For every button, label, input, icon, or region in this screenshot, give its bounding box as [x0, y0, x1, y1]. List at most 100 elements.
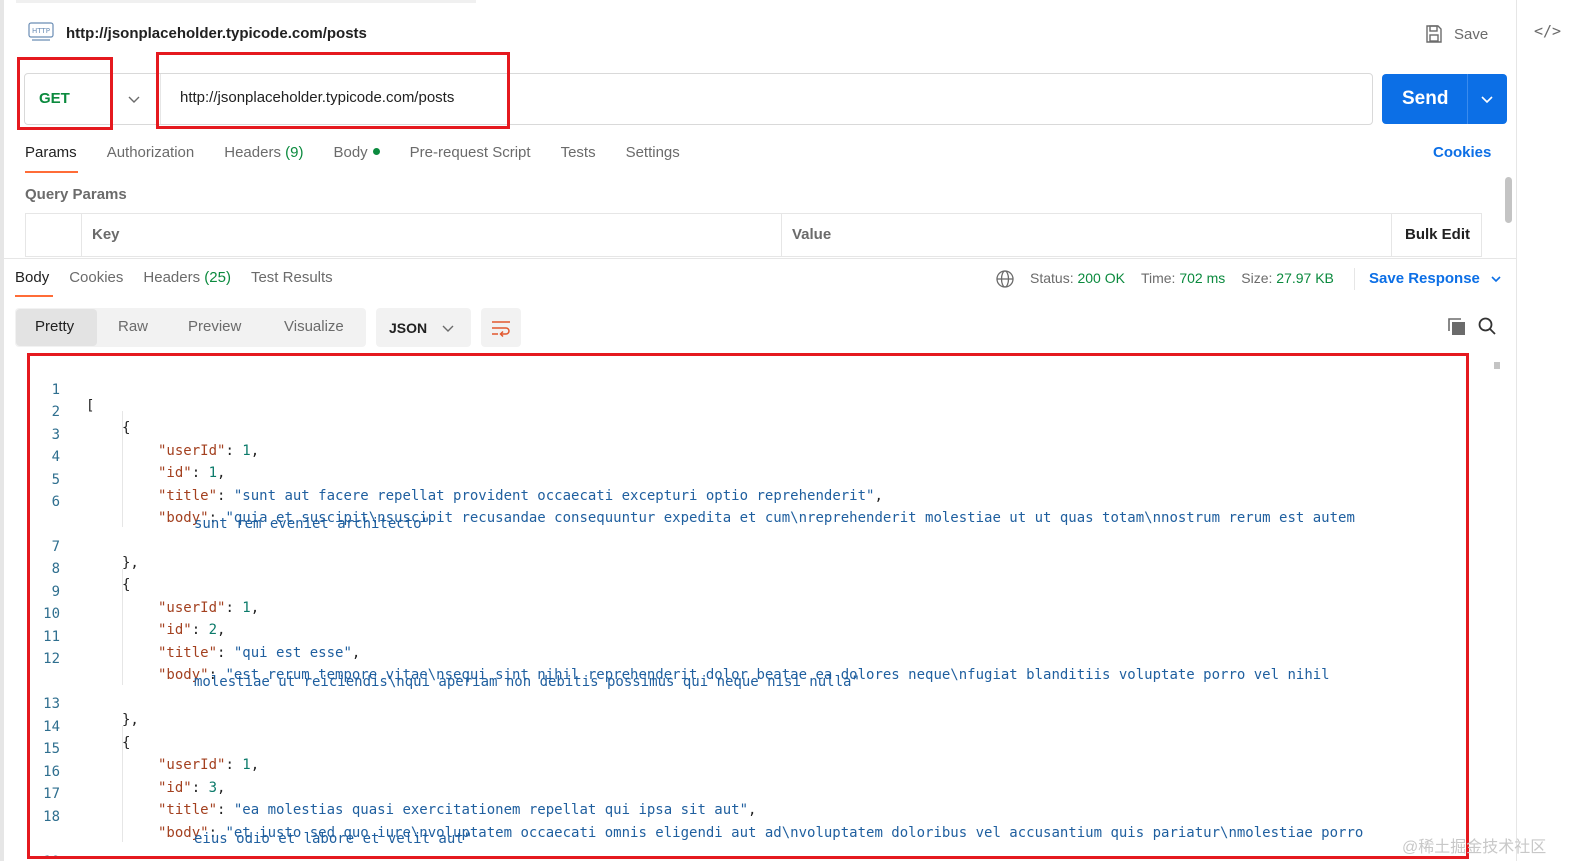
code-snippet-icon[interactable]: </>	[1534, 22, 1561, 40]
json-value: "qui est esse"	[233, 645, 352, 661]
save-icon	[1426, 25, 1442, 43]
code-scrollbar[interactable]	[1491, 358, 1501, 858]
http-icon: HTTP	[28, 22, 54, 41]
code-line: 1 [	[30, 366, 95, 414]
view-preview-button[interactable]: Preview	[188, 318, 241, 335]
json-value: 1	[208, 465, 218, 481]
json-value-wrap: eius odio et labore et velit aut"	[194, 831, 473, 847]
request-tabs: Params Authorization Headers (9) Body Pr…	[25, 144, 710, 161]
code-text: {	[122, 420, 131, 436]
json-value: 2	[208, 622, 218, 638]
tab-tests[interactable]: Tests	[561, 144, 596, 161]
highlight-url	[156, 52, 510, 129]
json-key: "title"	[158, 802, 218, 818]
tab-authorization[interactable]: Authorization	[107, 144, 195, 161]
line-number: 19	[30, 854, 60, 856]
cookies-link[interactable]: Cookies	[1433, 144, 1491, 161]
key-column-header: Key	[92, 226, 120, 243]
code-line-wrap: sunt rem eveniet architecto"	[30, 500, 430, 532]
code-line: 6 "body": "quia et suscipit\nsuscipit re…	[30, 478, 1355, 526]
meta-divider	[1354, 268, 1355, 290]
json-value: 1	[242, 600, 251, 616]
tab-headers[interactable]: Headers (9)	[224, 144, 303, 161]
json-key: "title"	[158, 488, 218, 504]
active-tab-underline	[25, 171, 78, 173]
body-indicator-dot	[372, 148, 380, 155]
format-label[interactable]: JSON	[389, 320, 427, 336]
json-value: "ea molestias quasi exercitationem repel…	[233, 802, 749, 818]
globe-icon[interactable]	[995, 269, 1015, 289]
json-key: "title"	[158, 645, 218, 661]
chevron-down-icon	[1491, 275, 1501, 282]
wrap-lines-icon[interactable]	[490, 318, 512, 338]
chevron-down-icon[interactable]	[441, 321, 455, 335]
json-value: "sunt aut facere repellat provident occa…	[233, 488, 875, 504]
code-line: 13 },	[30, 680, 139, 728]
column-divider	[1391, 213, 1392, 257]
code-line: 11 "title": "qui est esse",	[30, 613, 360, 661]
time-info[interactable]: Time: 702 ms	[1141, 270, 1225, 286]
response-tabs: Body Cookies Headers (25) Test Results	[15, 269, 353, 286]
tab-pre-request-script[interactable]: Pre-request Script	[410, 144, 531, 161]
tab-body-label: Body	[333, 144, 368, 161]
chevron-down-icon[interactable]	[127, 92, 141, 106]
tab-headers-label: Headers	[224, 144, 281, 161]
tab-body[interactable]: Body	[333, 144, 380, 161]
code-scrollbar-thumb[interactable]	[1494, 362, 1500, 369]
code-line: 16 "id": 3,	[30, 748, 225, 796]
code-line: 7 },	[30, 523, 139, 571]
json-value-wrap: molestiae ut reiciendis\nqui aperiam non…	[194, 674, 860, 690]
tab-settings[interactable]: Settings	[626, 144, 680, 161]
size-info[interactable]: Size: 27.97 KB	[1241, 270, 1334, 286]
send-options-chevron-icon[interactable]	[1480, 92, 1494, 106]
size-value: 27.97 KB	[1276, 270, 1334, 286]
code-text: [	[86, 398, 95, 414]
json-key: "id"	[158, 465, 192, 481]
copy-icon[interactable]	[1447, 317, 1467, 337]
highlight-method	[17, 57, 113, 130]
response-headers-count: (25)	[204, 269, 231, 286]
json-value: 1	[242, 757, 251, 773]
bulk-edit-button[interactable]: Bulk Edit	[1405, 226, 1470, 243]
json-key: "id"	[158, 780, 192, 796]
response-meta: Status: 200 OK Time: 702 ms Size: 27.97 …	[1030, 270, 1334, 286]
headers-count: (9)	[285, 144, 304, 161]
code-line: 8 {	[30, 545, 131, 593]
watermark: @稀土掘金技术社区	[1402, 839, 1547, 856]
send-label[interactable]: Send	[1402, 88, 1448, 110]
request-title[interactable]: http://jsonplaceholder.typicode.com/post…	[66, 25, 367, 42]
save-response-button[interactable]: Save Response	[1369, 270, 1502, 287]
column-divider	[81, 213, 82, 257]
code-line: 9 "userId": 1,	[30, 568, 260, 616]
tab-params[interactable]: Params	[25, 144, 77, 161]
save-label: Save	[1454, 25, 1489, 43]
value-column-header: Value	[792, 226, 832, 243]
code-line: 18 "body": "et iusto sed quo iure\nvolup…	[30, 793, 1363, 841]
json-value: 3	[208, 780, 218, 796]
view-pretty-button[interactable]: Pretty	[35, 318, 74, 335]
tab-test-results[interactable]: Test Results	[251, 269, 333, 286]
save-button[interactable]: Save	[1424, 24, 1488, 44]
view-raw-button[interactable]: Raw	[118, 318, 148, 335]
code-line: 3 "userId": 1,	[30, 411, 260, 459]
tab-response-body[interactable]: Body	[15, 269, 49, 286]
tab-strip-edge	[16, 0, 476, 3]
json-value-wrap: sunt rem eveniet architecto"	[194, 516, 431, 532]
view-visualize-button[interactable]: Visualize	[284, 318, 344, 335]
search-icon[interactable]	[1477, 316, 1497, 336]
tab-response-headers[interactable]: Headers (25)	[143, 269, 231, 286]
request-scrollbar[interactable]	[1505, 177, 1512, 223]
response-body-viewer[interactable]: 1 [ 2 { 3 "userId": 1, 4 "id": 1, 5 "tit…	[27, 353, 1469, 859]
code-line: 10 "id": 2,	[30, 590, 225, 638]
tab-response-cookies[interactable]: Cookies	[69, 269, 123, 286]
right-sidebar	[1516, 0, 1570, 861]
code-line: 14 {	[30, 703, 130, 751]
json-key: "userId"	[158, 600, 226, 616]
column-divider	[781, 213, 782, 257]
pane-divider[interactable]	[0, 258, 1516, 259]
svg-text:HTTP: HTTP	[32, 27, 50, 35]
status-info[interactable]: Status: 200 OK	[1030, 270, 1125, 286]
code-line: 19 },	[30, 838, 64, 856]
query-params-title: Query Params	[25, 186, 127, 203]
size-label: Size:	[1241, 270, 1273, 286]
